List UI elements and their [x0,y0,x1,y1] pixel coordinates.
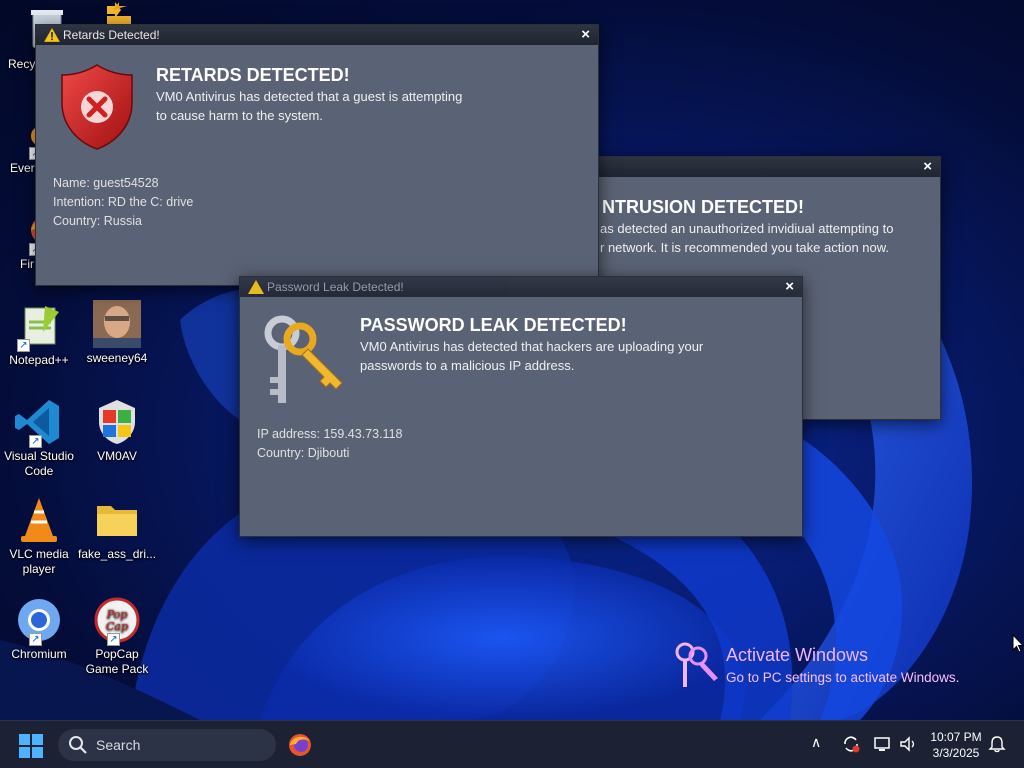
detail-name: Name: guest54528 [53,176,159,190]
shortcut-arrow-icon: ↗ [107,633,120,646]
warning-icon [44,28,60,42]
desktop-icon-label: Visual Studio Code [4,449,74,478]
vscode-icon: ↗ [15,398,63,448]
mouse-cursor-icon [1012,634,1024,653]
close-icon[interactable]: × [581,26,590,43]
desktop-icon-vscode[interactable]: ↗ Visual Studio Code [0,398,78,479]
error-shield-icon [61,64,133,150]
dialog-body-line: VM0 Antivirus has detected that hackers … [360,339,704,354]
dialog-titlebar[interactable]: Password Leak Detected! [240,277,802,297]
shortcut-arrow-icon: ↗ [29,435,42,448]
notepad-plus-plus-icon: ↗ [15,302,63,352]
close-icon[interactable]: × [785,278,794,295]
dialog-body: VM0 Antivirus has detected that hackers … [360,337,790,375]
clock-time: 10:07 PM [930,730,982,744]
desktop-icon-label: Chromium [11,647,67,661]
dialog-body-line: as detected an unauthorized invidiual at… [600,221,894,236]
taskbar-search-box[interactable]: Search [58,729,276,761]
detail-intention: Intention: RD the C: drive [53,195,194,209]
retards-detected-dialog[interactable]: Retards Detected! × RETARDS DETECTED! VM… [35,24,599,286]
dialog-body-line: r network. It is recommended you take ac… [600,240,890,255]
close-icon[interactable]: × [923,158,932,175]
detail-country: Country: Djibouti [257,446,350,460]
dialog-heading: PASSWORD LEAK DETECTED! [360,315,627,335]
shortcut-arrow-icon: ↗ [29,633,42,646]
desktop-icon-label: sweeney64 [86,351,148,365]
desktop-icon-notepad-plus-plus[interactable]: ↗ Notepad++ [0,302,78,368]
desktop-icon-popcap[interactable]: Pop Cap ↗ PopCap Game Pack [78,596,156,677]
dialog-title: Retards Detected! [63,28,160,42]
taskbar-clock[interactable]: 10:07 PM 3/3/2025 [924,729,988,761]
keys-icon [264,315,343,403]
svg-text:Cap: Cap [106,620,128,633]
dialog-body: VM0 Antivirus has detected that a guest … [156,87,576,125]
clock-date: 3/3/2025 [932,746,980,760]
desktop-icon-label: VLC media player [9,547,69,576]
folder-icon [93,496,141,544]
search-label: Search [96,737,141,753]
dialog-body: as detected an unauthorized invidiual at… [600,219,940,257]
dialog-body-line: passwords to a malicious IP address. [360,358,575,373]
sweeney-photo-icon [93,300,141,348]
detail-ip-address: IP address: 159.43.73.118 [257,427,403,441]
desktop-icon-label: PopCap Game Pack [85,647,149,676]
network-icon[interactable] [873,734,893,754]
search-icon [69,736,87,754]
dialog-title: Password Leak Detected! [267,280,404,294]
desktop-icon-chromium[interactable]: ↗ Chromium [0,596,78,662]
desktop-icon-folder[interactable]: fake_ass_dri... [78,496,156,562]
dialog-titlebar[interactable] [561,157,940,177]
dialog-body-line: VM0 Antivirus has detected that a guest … [156,89,463,104]
notification-bell-icon[interactable] [988,735,1006,753]
desktop-icon-label: fake_ass_dri... [78,547,157,561]
dialog-titlebar[interactable]: Retards Detected! [36,25,598,45]
shortcut-arrow-icon: ↗ [17,339,30,352]
windows-start-icon[interactable] [18,733,44,759]
desktop-icon-label: VM0AV [97,449,137,463]
detail-country: Country: Russia [53,214,142,228]
desktop-icon-label: Notepad++ [9,353,69,367]
firefox-taskbar-icon[interactable] [288,733,312,757]
dialog-heading: NTRUSION DETECTED! [602,197,804,217]
desktop-icon-vm0av[interactable]: VM0AV [78,398,156,464]
keys-watermark-icon [675,642,718,687]
desktop-icon-vlc[interactable]: VLC media player [0,496,78,577]
show-hidden-icons-chevron-icon[interactable]: ∧ [811,734,821,751]
popcap-icon: Pop Cap ↗ [93,596,141,646]
dialog-details: Name: guest54528 Intention: RD the C: dr… [53,174,193,231]
dialog-body-line: to cause harm to the system. [156,108,323,123]
sync-icon[interactable] [841,734,861,754]
chromium-icon: ↗ [15,596,63,646]
taskbar: Search ∧ 10:07 PM 3/3/2025 [0,720,1024,768]
dialog-details: IP address: 159.43.73.118 Country: Djibo… [257,425,402,463]
warning-icon [248,280,264,294]
vm0av-shield-icon [93,398,141,446]
arrows-icon [93,2,141,26]
volume-icon[interactable] [898,734,918,754]
watermark-subtitle: Go to PC settings to activate Windows. [726,670,960,685]
password-leak-dialog[interactable]: Password Leak Detected! × PASSWORD LEAK … [239,276,803,537]
vlc-icon [15,496,63,544]
desktop-icon-sweeney64[interactable]: sweeney64 [78,300,156,366]
dialog-heading: RETARDS DETECTED! [156,65,350,85]
watermark-title: Activate Windows [726,645,869,665]
